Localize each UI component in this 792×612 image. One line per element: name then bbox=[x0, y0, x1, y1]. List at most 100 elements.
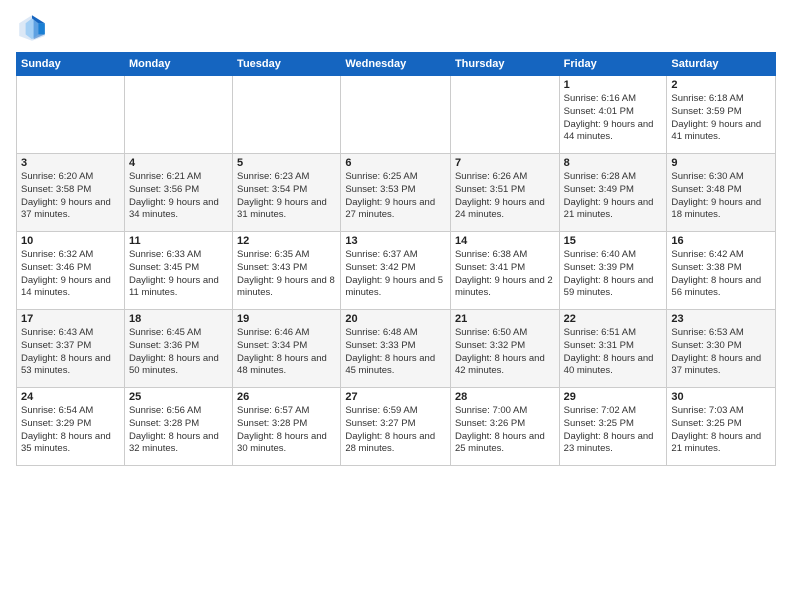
day-number: 5 bbox=[237, 157, 336, 169]
day-cell: 19 Sunrise: 6:46 AM Sunset: 3:34 PM Dayli… bbox=[233, 310, 341, 388]
day-info: Sunrise: 6:53 AM Sunset: 3:30 PM Dayligh… bbox=[671, 327, 771, 378]
day-info: Sunrise: 6:54 AM Sunset: 3:29 PM Dayligh… bbox=[21, 405, 120, 456]
day-info: Sunrise: 6:25 AM Sunset: 3:53 PM Dayligh… bbox=[345, 171, 446, 222]
day-info: Sunrise: 6:23 AM Sunset: 3:54 PM Dayligh… bbox=[237, 171, 336, 222]
day-number: 25 bbox=[129, 391, 228, 403]
day-info: Sunrise: 6:28 AM Sunset: 3:49 PM Dayligh… bbox=[564, 171, 663, 222]
day-cell: 7 Sunrise: 6:26 AM Sunset: 3:51 PM Daylig… bbox=[450, 154, 559, 232]
day-cell: 15 Sunrise: 6:40 AM Sunset: 3:39 PM Dayli… bbox=[559, 232, 667, 310]
day-number: 23 bbox=[671, 313, 771, 325]
day-number: 24 bbox=[21, 391, 120, 403]
day-number: 22 bbox=[564, 313, 663, 325]
day-info: Sunrise: 6:37 AM Sunset: 3:42 PM Dayligh… bbox=[345, 249, 446, 300]
day-cell: 6 Sunrise: 6:25 AM Sunset: 3:53 PM Daylig… bbox=[341, 154, 451, 232]
col-header-friday: Friday bbox=[559, 53, 667, 76]
day-info: Sunrise: 6:59 AM Sunset: 3:27 PM Dayligh… bbox=[345, 405, 446, 456]
day-number: 7 bbox=[455, 157, 555, 169]
day-info: Sunrise: 6:46 AM Sunset: 3:34 PM Dayligh… bbox=[237, 327, 336, 378]
week-row-4: 17 Sunrise: 6:43 AM Sunset: 3:37 PM Dayli… bbox=[17, 310, 776, 388]
day-number: 9 bbox=[671, 157, 771, 169]
day-cell: 1Sunrise: 6:16 AM Sunset: 4:01 PM Daylig… bbox=[559, 76, 667, 154]
day-info: Sunrise: 6:32 AM Sunset: 3:46 PM Dayligh… bbox=[21, 249, 120, 300]
day-info: Sunrise: 6:20 AM Sunset: 3:58 PM Dayligh… bbox=[21, 171, 120, 222]
day-cell bbox=[341, 76, 451, 154]
day-cell: 5 Sunrise: 6:23 AM Sunset: 3:54 PM Daylig… bbox=[233, 154, 341, 232]
day-cell: 8 Sunrise: 6:28 AM Sunset: 3:49 PM Daylig… bbox=[559, 154, 667, 232]
day-number: 1 bbox=[564, 79, 663, 91]
day-cell: 4Sunrise: 6:21 AM Sunset: 3:56 PM Daylig… bbox=[124, 154, 232, 232]
day-cell: 2 Sunrise: 6:18 AM Sunset: 3:59 PM Daylig… bbox=[667, 76, 776, 154]
day-info: Sunrise: 6:26 AM Sunset: 3:51 PM Dayligh… bbox=[455, 171, 555, 222]
day-cell: 27 Sunrise: 6:59 AM Sunset: 3:27 PM Dayli… bbox=[341, 388, 451, 466]
day-cell: 10 Sunrise: 6:32 AM Sunset: 3:46 PM Dayli… bbox=[17, 232, 125, 310]
day-number: 27 bbox=[345, 391, 446, 403]
day-cell: 26 Sunrise: 6:57 AM Sunset: 3:28 PM Dayli… bbox=[233, 388, 341, 466]
col-header-thursday: Thursday bbox=[450, 53, 559, 76]
day-number: 30 bbox=[671, 391, 771, 403]
day-number: 15 bbox=[564, 235, 663, 247]
day-info: Sunrise: 6:21 AM Sunset: 3:56 PM Dayligh… bbox=[129, 171, 228, 222]
col-header-wednesday: Wednesday bbox=[341, 53, 451, 76]
day-number: 20 bbox=[345, 313, 446, 325]
day-number: 10 bbox=[21, 235, 120, 247]
day-cell: 23 Sunrise: 6:53 AM Sunset: 3:30 PM Dayli… bbox=[667, 310, 776, 388]
day-number: 21 bbox=[455, 313, 555, 325]
day-info: Sunrise: 6:42 AM Sunset: 3:38 PM Dayligh… bbox=[671, 249, 771, 300]
day-cell: 9 Sunrise: 6:30 AM Sunset: 3:48 PM Daylig… bbox=[667, 154, 776, 232]
day-cell: 17 Sunrise: 6:43 AM Sunset: 3:37 PM Dayli… bbox=[17, 310, 125, 388]
day-number: 17 bbox=[21, 313, 120, 325]
day-info: Sunrise: 6:33 AM Sunset: 3:45 PM Dayligh… bbox=[129, 249, 228, 300]
day-number: 18 bbox=[129, 313, 228, 325]
col-header-saturday: Saturday bbox=[667, 53, 776, 76]
day-number: 11 bbox=[129, 235, 228, 247]
day-cell: 28Sunrise: 7:00 AM Sunset: 3:26 PM Dayli… bbox=[450, 388, 559, 466]
day-number: 19 bbox=[237, 313, 336, 325]
col-header-tuesday: Tuesday bbox=[233, 53, 341, 76]
day-number: 6 bbox=[345, 157, 446, 169]
day-cell: 25 Sunrise: 6:56 AM Sunset: 3:28 PM Dayli… bbox=[124, 388, 232, 466]
day-cell bbox=[450, 76, 559, 154]
day-info: Sunrise: 6:57 AM Sunset: 3:28 PM Dayligh… bbox=[237, 405, 336, 456]
day-cell: 24 Sunrise: 6:54 AM Sunset: 3:29 PM Dayli… bbox=[17, 388, 125, 466]
calendar-header-row: SundayMondayTuesdayWednesdayThursdayFrid… bbox=[17, 53, 776, 76]
day-cell bbox=[233, 76, 341, 154]
day-cell: 14Sunrise: 6:38 AM Sunset: 3:41 PM Dayli… bbox=[450, 232, 559, 310]
day-cell bbox=[17, 76, 125, 154]
day-number: 12 bbox=[237, 235, 336, 247]
day-info: Sunrise: 6:51 AM Sunset: 3:31 PM Dayligh… bbox=[564, 327, 663, 378]
logo bbox=[16, 12, 52, 44]
day-cell: 3 Sunrise: 6:20 AM Sunset: 3:58 PM Daylig… bbox=[17, 154, 125, 232]
day-cell: 29 Sunrise: 7:02 AM Sunset: 3:25 PM Dayli… bbox=[559, 388, 667, 466]
day-info: Sunrise: 6:48 AM Sunset: 3:33 PM Dayligh… bbox=[345, 327, 446, 378]
day-number: 28 bbox=[455, 391, 555, 403]
day-cell: 12 Sunrise: 6:35 AM Sunset: 3:43 PM Dayli… bbox=[233, 232, 341, 310]
day-info: Sunrise: 6:56 AM Sunset: 3:28 PM Dayligh… bbox=[129, 405, 228, 456]
day-number: 3 bbox=[21, 157, 120, 169]
day-cell: 13Sunrise: 6:37 AM Sunset: 3:42 PM Dayli… bbox=[341, 232, 451, 310]
week-row-3: 10 Sunrise: 6:32 AM Sunset: 3:46 PM Dayli… bbox=[17, 232, 776, 310]
day-info: Sunrise: 6:43 AM Sunset: 3:37 PM Dayligh… bbox=[21, 327, 120, 378]
day-info: Sunrise: 6:45 AM Sunset: 3:36 PM Dayligh… bbox=[129, 327, 228, 378]
day-info: Sunrise: 6:18 AM Sunset: 3:59 PM Dayligh… bbox=[671, 93, 771, 144]
day-cell bbox=[124, 76, 232, 154]
day-info: Sunrise: 6:30 AM Sunset: 3:48 PM Dayligh… bbox=[671, 171, 771, 222]
calendar-table: SundayMondayTuesdayWednesdayThursdayFrid… bbox=[16, 52, 776, 466]
day-cell: 22 Sunrise: 6:51 AM Sunset: 3:31 PM Dayli… bbox=[559, 310, 667, 388]
day-number: 14 bbox=[455, 235, 555, 247]
page: SundayMondayTuesdayWednesdayThursdayFrid… bbox=[0, 0, 792, 612]
day-number: 29 bbox=[564, 391, 663, 403]
day-cell: 18 Sunrise: 6:45 AM Sunset: 3:36 PM Dayli… bbox=[124, 310, 232, 388]
week-row-5: 24 Sunrise: 6:54 AM Sunset: 3:29 PM Dayli… bbox=[17, 388, 776, 466]
day-info: Sunrise: 7:02 AM Sunset: 3:25 PM Dayligh… bbox=[564, 405, 663, 456]
col-header-monday: Monday bbox=[124, 53, 232, 76]
logo-icon bbox=[16, 12, 48, 44]
day-info: Sunrise: 6:35 AM Sunset: 3:43 PM Dayligh… bbox=[237, 249, 336, 300]
day-cell: 16Sunrise: 6:42 AM Sunset: 3:38 PM Dayli… bbox=[667, 232, 776, 310]
day-number: 2 bbox=[671, 79, 771, 91]
day-info: Sunrise: 6:50 AM Sunset: 3:32 PM Dayligh… bbox=[455, 327, 555, 378]
day-number: 26 bbox=[237, 391, 336, 403]
day-info: Sunrise: 6:40 AM Sunset: 3:39 PM Dayligh… bbox=[564, 249, 663, 300]
week-row-2: 3 Sunrise: 6:20 AM Sunset: 3:58 PM Daylig… bbox=[17, 154, 776, 232]
day-cell: 30Sunrise: 7:03 AM Sunset: 3:25 PM Dayli… bbox=[667, 388, 776, 466]
day-number: 8 bbox=[564, 157, 663, 169]
